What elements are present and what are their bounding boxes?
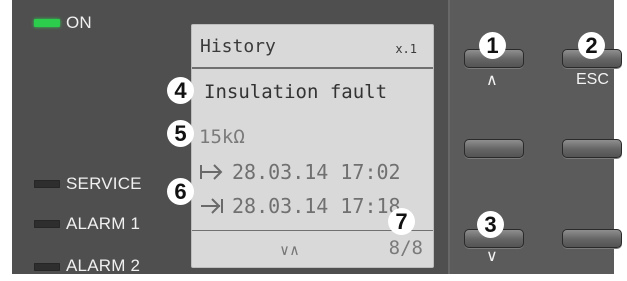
callout-2: 2 bbox=[578, 32, 605, 59]
fault-end-arrow-icon bbox=[201, 198, 223, 214]
alarm2-led bbox=[34, 263, 60, 271]
resistance-value: 15kΩ bbox=[199, 126, 245, 148]
alarm2-led-label: ALARM 2 bbox=[66, 256, 141, 275]
fault-end-time: 28.03.14 17:18 bbox=[232, 194, 401, 218]
display-title-separator bbox=[192, 67, 433, 69]
esc-button-label: ESC bbox=[576, 71, 609, 88]
scroll-indicator: ∨∧ bbox=[280, 241, 301, 259]
device-front: ON SERVICE ALARM 1 ALARM 2 History x.1 I… bbox=[0, 0, 627, 281]
fault-start-arrow-icon bbox=[200, 164, 223, 180]
right-bottom-button[interactable] bbox=[562, 229, 622, 248]
display-page-index: x.1 bbox=[395, 42, 417, 56]
right-middle-button[interactable] bbox=[562, 139, 622, 158]
alarm1-led-label: ALARM 1 bbox=[66, 214, 141, 233]
callout-1: 1 bbox=[479, 32, 506, 59]
fault-type-text: Insulation fault bbox=[204, 81, 388, 103]
callout-7: 7 bbox=[388, 208, 415, 235]
callout-6: 6 bbox=[167, 178, 194, 205]
callout-4: 4 bbox=[167, 77, 194, 104]
on-led-label: ON bbox=[66, 13, 92, 32]
down-button-label: ∨ bbox=[486, 248, 498, 265]
record-counter: 8/8 bbox=[388, 237, 423, 259]
display-title: History bbox=[200, 36, 276, 57]
callout-3: 3 bbox=[477, 211, 504, 238]
callout-5: 5 bbox=[167, 120, 194, 147]
alarm1-led bbox=[34, 220, 60, 228]
on-led bbox=[34, 19, 60, 27]
service-led-label: SERVICE bbox=[66, 174, 142, 193]
left-middle-button[interactable] bbox=[464, 139, 524, 158]
service-led bbox=[34, 180, 60, 188]
fault-start-time: 28.03.14 17:02 bbox=[232, 160, 401, 184]
up-button-label: ∧ bbox=[486, 72, 498, 89]
